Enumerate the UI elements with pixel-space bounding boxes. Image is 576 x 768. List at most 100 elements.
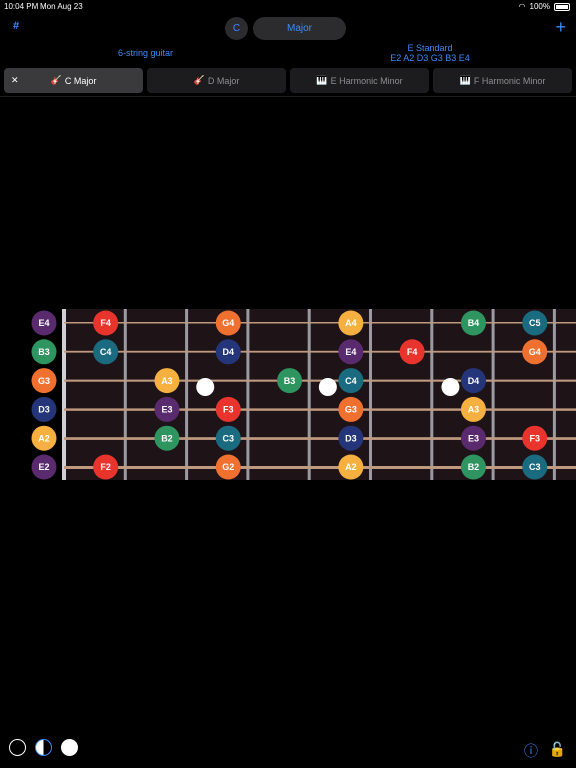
scale-button[interactable]: Major <box>253 17 346 40</box>
fret-wire <box>552 309 556 480</box>
guitar-string <box>64 379 576 382</box>
note-label: D3 <box>345 433 357 443</box>
note-marker[interactable]: G3 <box>31 368 57 394</box>
auto-theme-button[interactable] <box>35 739 52 756</box>
note-label: E4 <box>345 347 356 357</box>
fretboard-wood <box>64 309 576 480</box>
note-marker[interactable]: G2 <box>215 454 241 480</box>
header-divider <box>0 96 576 97</box>
note-marker[interactable]: D4 <box>215 339 241 365</box>
tuning-name: E Standard <box>407 43 453 53</box>
note-label: B2 <box>468 462 480 472</box>
note-label: A3 <box>161 376 173 386</box>
key-button[interactable]: C <box>225 17 248 40</box>
note-marker[interactable]: G3 <box>338 396 364 422</box>
note-label: B2 <box>161 433 173 443</box>
note-marker[interactable]: C5 <box>522 310 548 336</box>
wifi-icon: ◠ <box>518 2 526 11</box>
fret-wire <box>307 309 311 480</box>
note-marker[interactable]: B2 <box>154 425 180 451</box>
close-icon[interactable]: ✕ <box>11 75 19 86</box>
note-label: A2 <box>345 462 357 472</box>
note-marker[interactable]: A3 <box>460 396 486 422</box>
note-label: B3 <box>38 347 50 357</box>
note-marker[interactable]: G4 <box>522 339 548 365</box>
info-icon[interactable]: ⓘ <box>524 741 538 761</box>
note-label: D3 <box>38 405 50 415</box>
note-marker[interactable]: F4 <box>93 310 119 336</box>
note-marker[interactable]: A3 <box>154 368 180 394</box>
fret-inlay-dot <box>318 378 337 396</box>
note-marker[interactable]: B4 <box>460 310 486 336</box>
note-marker[interactable]: B3 <box>31 339 57 365</box>
guitar-string <box>64 437 576 440</box>
note-label: G4 <box>222 318 234 328</box>
tab-e-harmonic-minor[interactable]: 🎹 E Harmonic Minor <box>290 68 429 93</box>
fret-wire <box>430 309 434 480</box>
note-label: B4 <box>468 318 480 328</box>
note-marker[interactable]: F3 <box>522 425 548 451</box>
note-label: D4 <box>222 347 234 357</box>
note-label: C5 <box>529 318 541 328</box>
note-label: F4 <box>100 318 111 328</box>
note-label: F2 <box>100 462 111 472</box>
tab-f-harmonic-minor[interactable]: 🎹 F Harmonic Minor <box>433 68 572 93</box>
light-theme-button[interactable] <box>61 739 78 756</box>
note-marker[interactable]: B3 <box>277 368 303 394</box>
note-label: D4 <box>468 376 480 386</box>
scale-tabs: ✕ 🎸 C Major 🎸 D Major 🎹 E Harmonic Minor… <box>4 68 572 93</box>
guitar-icon: 🎸 <box>193 75 205 85</box>
guitar-icon: 🎸 <box>50 75 62 85</box>
note-marker[interactable]: F3 <box>215 396 241 422</box>
instrument-selector[interactable]: 6-string guitar <box>118 48 173 58</box>
note-marker[interactable]: E4 <box>338 339 364 365</box>
note-marker[interactable]: B2 <box>460 454 486 480</box>
note-marker[interactable]: E3 <box>154 396 180 422</box>
tab-label: E Harmonic Minor <box>330 75 403 86</box>
fret-wire <box>123 309 127 480</box>
note-marker[interactable]: C3 <box>522 454 548 480</box>
note-label: A3 <box>468 405 480 415</box>
fretboard[interactable]: E4 F4 G4 A4 B4 C5 B3 C4 D4 E4 F4 G4 G3 A3 B3 C4 D4 D3 E3 F3… <box>0 300 576 490</box>
lock-icon[interactable]: 🔓 <box>549 741 566 758</box>
note-marker[interactable]: G4 <box>215 310 241 336</box>
status-bar: 10:04 PM Mon Aug 23 ◠ 100% <box>0 0 576 14</box>
note-marker[interactable]: A2 <box>31 425 57 451</box>
note-marker[interactable]: F2 <box>93 454 119 480</box>
note-marker[interactable]: C4 <box>338 368 364 394</box>
note-marker[interactable]: E3 <box>460 425 486 451</box>
guitar-string <box>64 350 576 353</box>
tab-label: C Major <box>64 75 97 86</box>
note-label: C3 <box>222 433 234 443</box>
note-label: F3 <box>529 433 540 443</box>
note-label: F3 <box>223 405 234 415</box>
piano-icon: 🎹 <box>459 75 471 85</box>
note-marker[interactable]: D4 <box>460 368 486 394</box>
tab-label: D Major <box>207 75 240 86</box>
note-marker[interactable]: A2 <box>338 454 364 480</box>
status-time: 10:04 PM <box>4 2 39 11</box>
note-marker[interactable]: E2 <box>31 454 57 480</box>
note-label: G3 <box>38 376 50 386</box>
dark-theme-button[interactable] <box>9 739 26 756</box>
note-marker[interactable]: C3 <box>215 425 241 451</box>
note-marker[interactable]: D3 <box>338 425 364 451</box>
tuning-selector[interactable]: E Standard E2 A2 D3 G3 B3 E4 <box>380 43 480 63</box>
note-marker[interactable]: A4 <box>338 310 364 336</box>
note-label: E3 <box>468 433 479 443</box>
note-marker[interactable]: E4 <box>31 310 57 336</box>
fret-wire <box>246 309 250 480</box>
tab-c-major[interactable]: ✕ 🎸 C Major <box>4 68 143 93</box>
note-marker[interactable]: D3 <box>31 396 57 422</box>
note-marker[interactable]: F4 <box>399 339 425 365</box>
note-label: A4 <box>345 318 357 328</box>
tab-d-major[interactable]: 🎸 D Major <box>147 68 286 93</box>
fret-wire <box>185 309 189 480</box>
piano-icon: 🎹 <box>316 75 328 85</box>
note-marker[interactable]: C4 <box>93 339 119 365</box>
status-right: ◠ 100% <box>519 2 570 11</box>
nut <box>62 309 66 480</box>
note-label: B3 <box>284 376 296 386</box>
sharp-toggle-button[interactable]: # <box>13 20 19 32</box>
add-button[interactable]: + <box>555 17 566 38</box>
